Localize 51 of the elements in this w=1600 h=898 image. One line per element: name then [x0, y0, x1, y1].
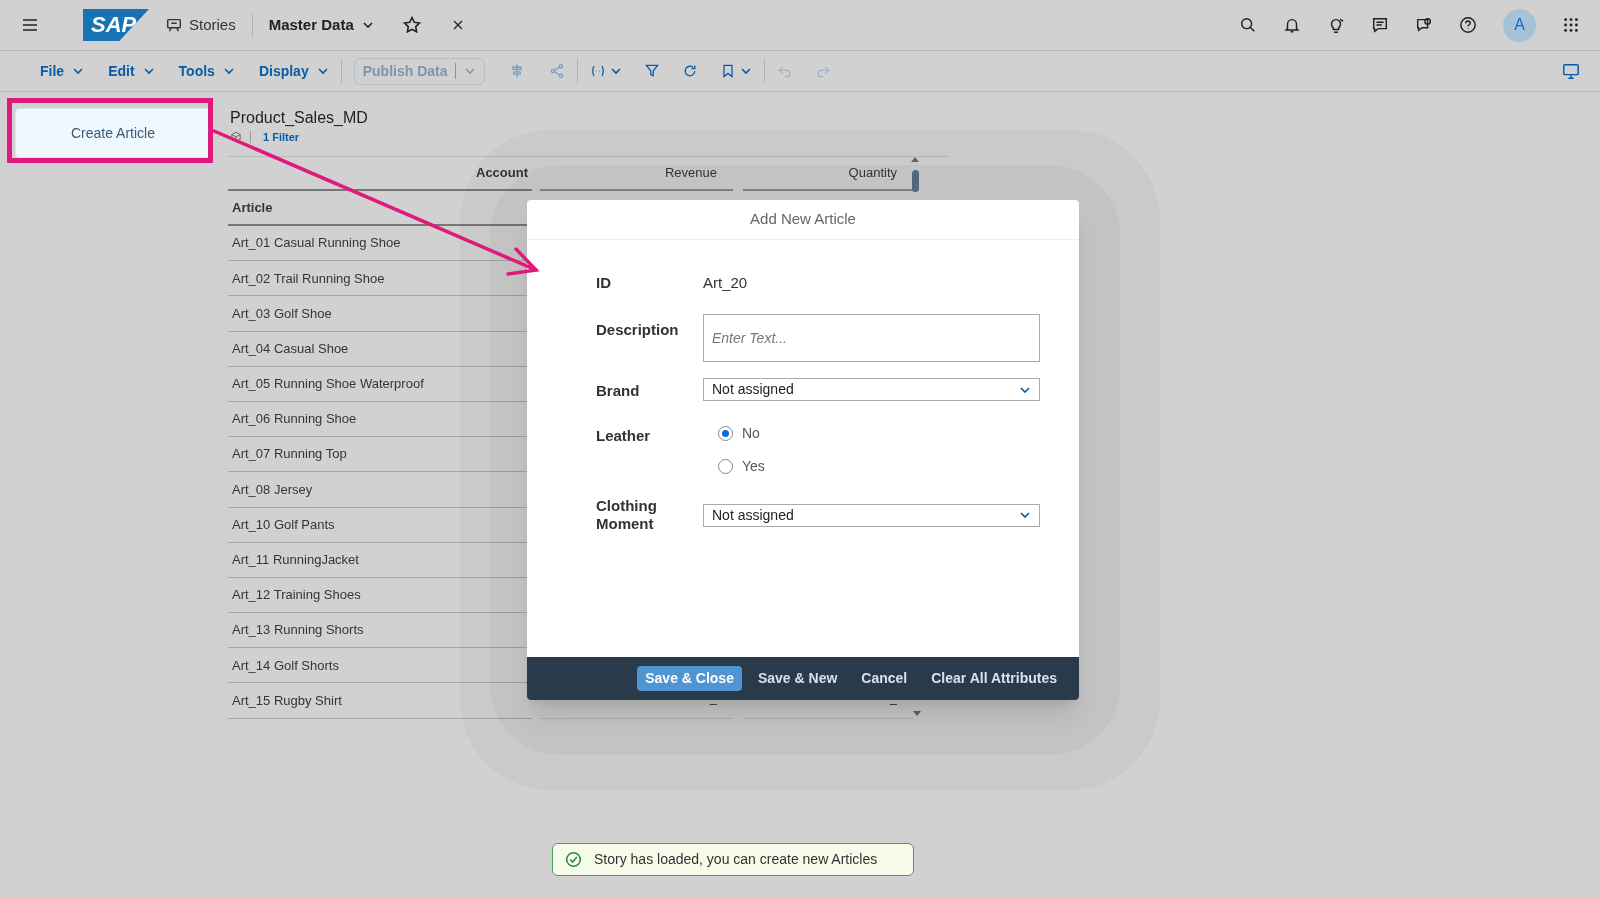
dialog-button[interactable]: Clear All Attributes	[923, 666, 1065, 691]
id-value: Art_20	[703, 272, 748, 293]
menu-button[interactable]: Display	[258, 60, 329, 82]
field-label: Clothing Moment	[596, 497, 658, 533]
stories-link[interactable]: Stories	[189, 13, 236, 37]
field-label: Description	[596, 320, 680, 340]
star-icon[interactable]	[401, 15, 422, 35]
field-label: Brand	[596, 381, 641, 400]
scrollbar-thumb[interactable]	[911, 169, 919, 192]
chevron-down-icon	[72, 65, 85, 77]
cube-icon[interactable]	[230, 131, 242, 143]
story-title-menu[interactable]: Master Data	[268, 13, 374, 37]
dropdown-field[interactable]: Not assigned	[703, 378, 1040, 401]
feedback-icon[interactable]	[1415, 16, 1433, 34]
bell-icon[interactable]	[1283, 16, 1301, 34]
table-title: Product_Sales_MD	[229, 108, 369, 128]
check-circle-icon	[565, 851, 582, 868]
chevron-down-icon	[610, 65, 623, 77]
chevron-down-icon	[316, 65, 329, 77]
chevron-down-icon	[222, 65, 235, 77]
help-icon[interactable]	[1459, 16, 1477, 34]
radio-label[interactable]: No	[742, 423, 760, 444]
search-icon[interactable]	[1239, 16, 1257, 34]
chat-icon[interactable]	[1371, 16, 1389, 34]
scroll-down-icon[interactable]	[913, 710, 921, 716]
filter-link[interactable]: 1 Filter	[263, 128, 300, 146]
scroll-up-icon[interactable]	[911, 156, 919, 162]
create-article-button[interactable]: Create Article	[15, 108, 211, 158]
menu-button[interactable]: Edit	[108, 60, 155, 82]
monitor-icon[interactable]	[1562, 62, 1580, 80]
description-field[interactable]: Enter Text...	[703, 314, 1040, 362]
menu-button[interactable]: File	[40, 60, 85, 82]
field-label: Leather	[596, 426, 652, 446]
chevron-down-icon	[740, 65, 753, 77]
logo[interactable]: SAP	[83, 9, 149, 41]
dropdown-field[interactable]: Not assigned	[703, 503, 1040, 527]
chevron-down-icon	[1019, 509, 1031, 521]
presentation-icon[interactable]	[165, 16, 183, 34]
dialog-title: Add New Article	[527, 200, 1079, 240]
radio-label[interactable]: Yes	[742, 456, 765, 477]
variable-icon[interactable]	[590, 63, 607, 79]
toast-text: Story has loaded, you can create new Articles	[594, 850, 878, 869]
chevron-down-icon	[464, 65, 477, 77]
column-header: Account	[228, 157, 532, 191]
app-grid-icon[interactable]	[1562, 16, 1580, 34]
filter-icon[interactable]	[644, 63, 661, 79]
chevron-down-icon	[361, 19, 374, 31]
field-label: ID	[596, 274, 612, 292]
menu-button[interactable]: Tools	[178, 60, 235, 82]
chevron-down-icon	[142, 65, 155, 77]
column-header: Revenue	[540, 157, 733, 191]
